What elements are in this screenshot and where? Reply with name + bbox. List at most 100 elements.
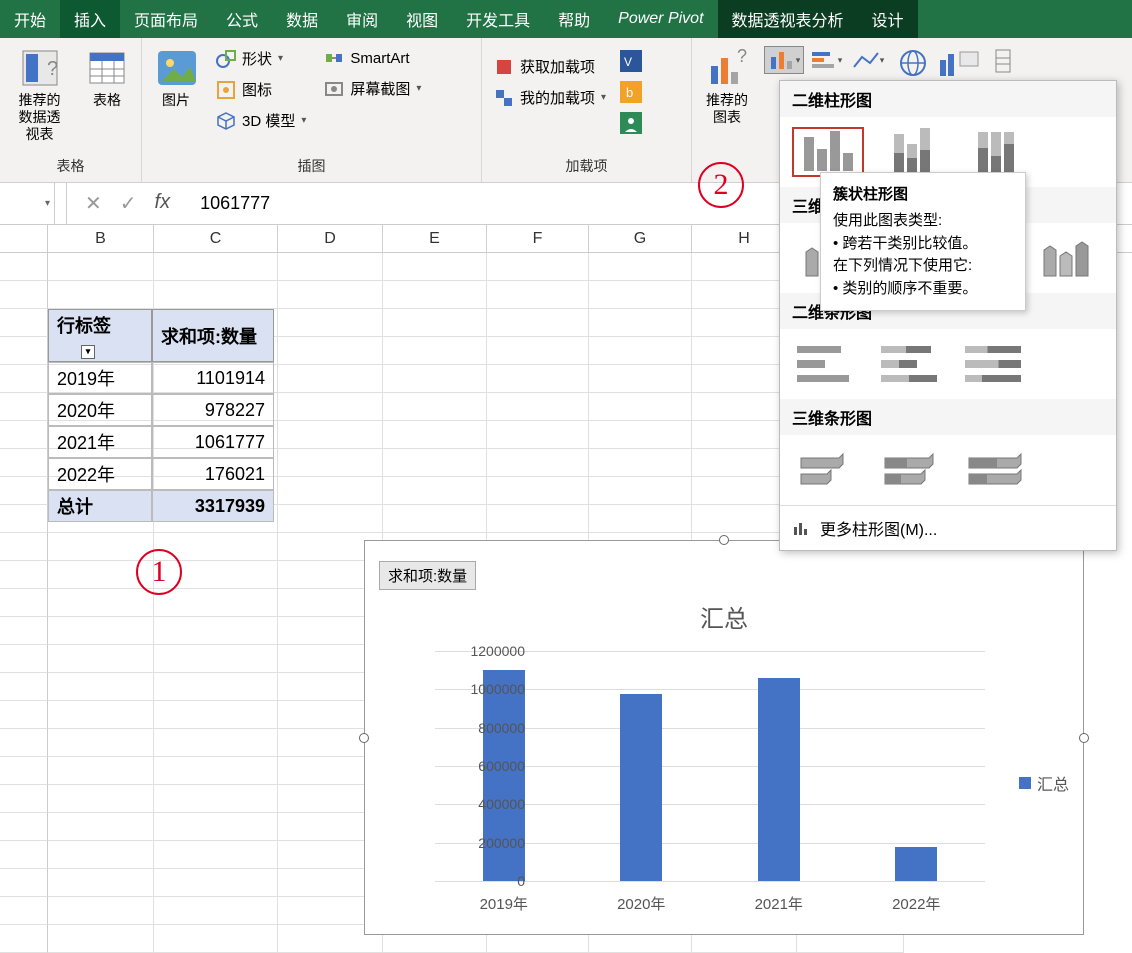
cell[interactable] [589,253,692,281]
cell[interactable] [487,505,589,533]
tab-dev[interactable]: 开发工具 [452,0,544,38]
cell[interactable] [278,253,383,281]
cell[interactable] [154,897,278,925]
col-header-E[interactable]: E [383,225,487,252]
visio-addin-icon[interactable]: V [620,50,642,77]
pivot-row-label[interactable]: 2020年 [48,394,152,426]
cell[interactable] [487,421,589,449]
chart-bar[interactable] [895,847,937,881]
cell[interactable] [48,533,154,561]
tab-view[interactable]: 视图 [392,0,452,38]
cell[interactable] [589,449,692,477]
row-header[interactable] [0,365,48,393]
row-header[interactable] [0,449,48,477]
row-header[interactable] [0,925,48,953]
pivot-row-value[interactable]: 978227 [152,394,274,426]
tab-powerpivot[interactable]: Power Pivot [604,0,717,38]
clustered-column-thumb[interactable] [792,127,864,177]
bar-chart-button[interactable]: ▾ [806,46,846,74]
cell[interactable] [154,253,278,281]
3d-clustered-bar-thumb[interactable] [792,445,864,495]
cell[interactable] [48,701,154,729]
resize-handle-right[interactable] [1079,733,1089,743]
name-box[interactable] [0,183,55,224]
pivot-row-value[interactable]: 1101914 [152,362,274,394]
bing-addin-icon[interactable]: b [620,81,642,108]
row-header[interactable] [0,645,48,673]
row-header[interactable] [0,505,48,533]
clustered-bar-thumb[interactable] [792,339,864,389]
cell[interactable] [48,281,154,309]
screenshot-button[interactable]: 屏幕截图 [320,76,425,101]
tab-formula[interactable]: 公式 [212,0,272,38]
cell[interactable] [154,729,278,757]
cell[interactable] [278,365,383,393]
shapes-button[interactable]: 形状 [212,46,310,71]
cell[interactable] [383,337,487,365]
row-header[interactable] [0,729,48,757]
row-header[interactable] [0,561,48,589]
cell[interactable] [154,589,278,617]
cell[interactable] [383,393,487,421]
row-header[interactable] [0,813,48,841]
cell[interactable] [48,729,154,757]
row-header[interactable] [0,393,48,421]
cell[interactable] [48,645,154,673]
column-chart-button[interactable]: ▾ [764,46,804,74]
row-header[interactable] [0,785,48,813]
cell[interactable] [383,421,487,449]
tab-review[interactable]: 审阅 [332,0,392,38]
cell[interactable] [48,841,154,869]
100-stacked-bar-thumb[interactable] [960,339,1032,389]
col-header-C[interactable]: C [154,225,278,252]
cell[interactable] [383,449,487,477]
get-addins-button[interactable]: 获取加载项 [490,54,610,79]
cell[interactable] [154,673,278,701]
pivot-row-value[interactable]: 1061777 [152,426,274,458]
pivot-row-value[interactable]: 176021 [152,458,274,490]
col-header-D[interactable]: D [278,225,383,252]
filter-dropdown-icon[interactable]: ▾ [81,345,95,359]
cell[interactable] [48,813,154,841]
cell[interactable] [383,477,487,505]
cell[interactable] [154,813,278,841]
cell[interactable] [487,309,589,337]
cell[interactable] [589,477,692,505]
cell[interactable] [48,253,154,281]
cell[interactable] [589,309,692,337]
select-all-corner[interactable] [0,225,48,252]
chart-bar[interactable] [758,678,800,882]
cell[interactable] [278,393,383,421]
stacked-column-thumb[interactable] [876,127,948,177]
cell[interactable] [48,785,154,813]
resize-handle-left[interactable] [359,733,369,743]
tab-home[interactable]: 开始 [0,0,60,38]
cell[interactable] [154,841,278,869]
row-header[interactable] [0,309,48,337]
more-column-charts-button[interactable]: 更多柱形图(M)... [780,505,1116,550]
3d-column-thumb[interactable] [1032,233,1104,283]
embedded-chart[interactable]: 求和项:数量 汇总 汇总 020000040000060000080000010… [364,540,1084,935]
row-header[interactable] [0,589,48,617]
cell[interactable] [589,337,692,365]
icons-button[interactable]: 图标 [212,77,310,102]
pivot-row-label[interactable]: 2021年 [48,426,152,458]
picture-button[interactable]: 图片 [150,42,202,115]
chart-bar[interactable] [620,694,662,881]
cell[interactable] [589,421,692,449]
cell[interactable] [48,673,154,701]
stacked-bar-thumb[interactable] [876,339,948,389]
cell[interactable] [278,477,383,505]
pivot-row-label[interactable]: 2019年 [48,362,152,394]
cell[interactable] [589,505,692,533]
cell[interactable] [589,365,692,393]
cell[interactable] [48,897,154,925]
enter-icon[interactable]: ✓ [120,191,137,216]
row-header[interactable] [0,281,48,309]
cell[interactable] [383,253,487,281]
pivot-row-label[interactable]: 2022年 [48,458,152,490]
cell[interactable] [487,281,589,309]
cell[interactable] [278,449,383,477]
tab-layout[interactable]: 页面布局 [120,0,212,38]
cell[interactable] [278,505,383,533]
